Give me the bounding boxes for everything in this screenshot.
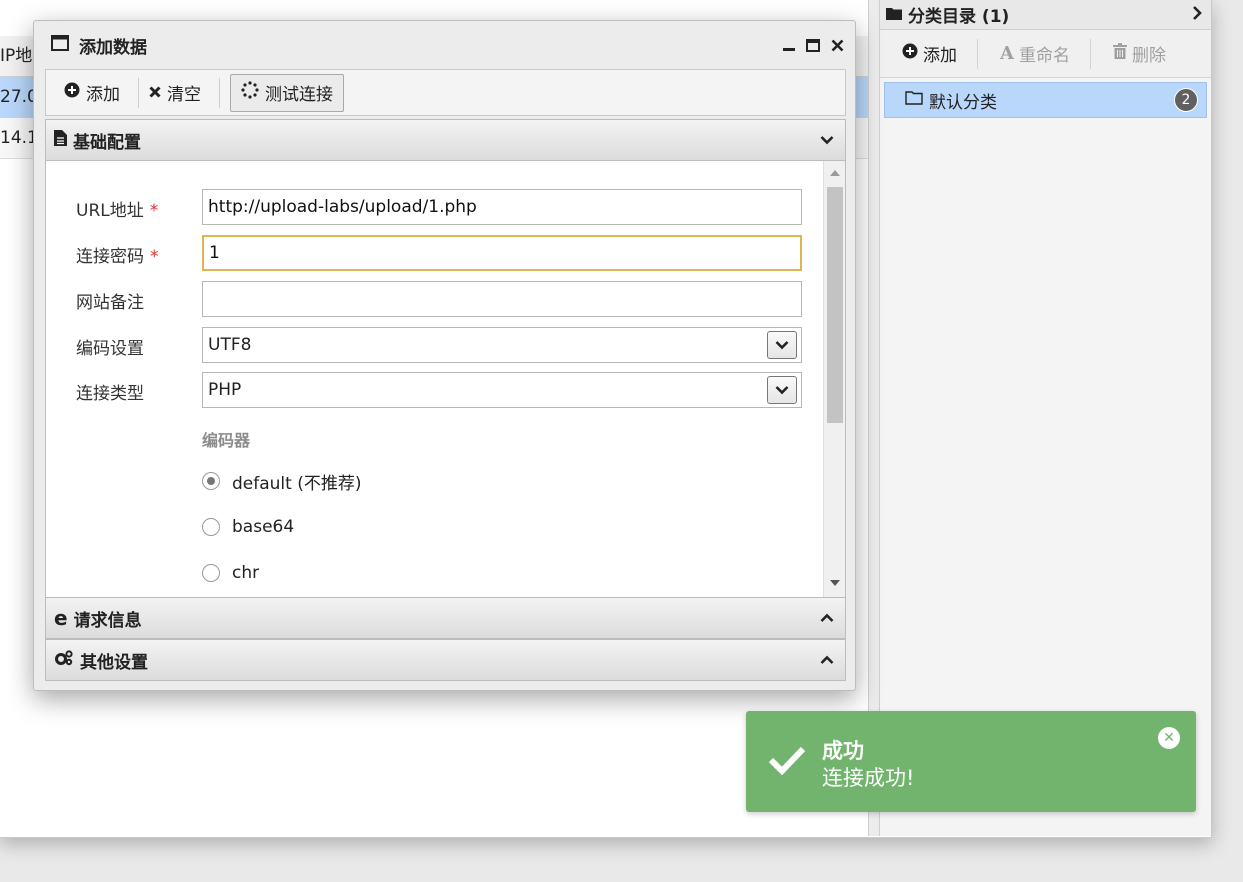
required-mark: * [150,247,159,267]
required-mark: * [149,201,159,221]
add-button[interactable]: 添加 [64,74,138,112]
password-input[interactable] [202,235,802,271]
type-value: PHP [208,380,242,400]
chevron-up-icon[interactable] [819,610,835,626]
plus-circle-icon [64,82,80,103]
category-toolbar: 添加 A 重命名 删除 [880,30,1211,78]
radio-unchecked[interactable] [202,564,220,582]
cogs-icon [54,649,74,671]
toolbar-divider [219,77,220,108]
chevron-down-icon[interactable] [767,331,797,359]
toast-title: 成功 [822,739,864,763]
maximize-icon[interactable] [805,37,821,53]
type-label: 连接类型 [76,384,144,404]
type-row: 连接类型 PHP [46,372,826,408]
rename-category-button[interactable]: A 重命名 [1000,41,1090,66]
spinner-icon [241,81,259,104]
font-icon: A [1000,43,1014,64]
chevron-down-icon[interactable] [767,376,797,404]
folder-open-icon [905,90,923,110]
chevron-up-icon[interactable] [819,652,835,668]
folder-icon [886,5,902,25]
url-input[interactable] [202,189,802,225]
panel-request-info-header[interactable]: e 请求信息 [45,597,846,639]
dialog-titlebar[interactable]: 添加数据 [34,21,855,69]
dialog-toolbar: 添加 清空 测试连接 [45,69,846,116]
encoder-option-default[interactable]: default (不推荐) [202,468,361,494]
toolbar-divider [1089,38,1091,69]
toolbar-divider [138,77,139,108]
vertical-scrollbar[interactable] [823,161,845,597]
close-icon[interactable] [829,37,845,53]
encoding-label: 编码设置 [76,339,144,359]
encoding-row: 编码设置 UTF8 [46,327,826,363]
toast-message: 连接成功! [822,766,915,790]
chevron-down-icon[interactable] [819,132,835,148]
clear-button[interactable]: 清空 [149,74,219,112]
trash-icon [1112,43,1127,64]
check-icon [768,745,806,779]
password-row: 连接密码 * [46,235,826,271]
category-label: 默认分类 [929,92,997,113]
panel-basic-config-header[interactable]: 基础配置 [45,119,846,161]
minimize-icon[interactable] [781,37,797,53]
note-row: 网站备注 [46,281,826,317]
url-row: URL地址 * [46,189,826,225]
dialog-title: 添加数据 [79,37,147,58]
window-icon [51,34,69,56]
radio-checked[interactable] [202,472,220,490]
encoding-select[interactable]: UTF8 [202,327,802,363]
scrollbar-thumb[interactable] [827,187,843,423]
panel-other-settings-header[interactable]: 其他设置 [45,639,846,681]
scroll-up-icon[interactable] [824,163,845,183]
chevron-right-icon[interactable] [1191,5,1203,25]
note-input[interactable] [202,281,802,317]
encoding-value: UTF8 [208,335,252,355]
test-connection-button[interactable]: 测试连接 [230,73,344,112]
delete-category-button[interactable]: 删除 [1112,41,1186,66]
category-header: 分类目录 (1) [880,0,1211,30]
category-title: 分类目录 (1) [908,7,1010,27]
add-data-dialog: 添加数据 添加 清空 测试连接 基础配置 URL地址 * http://uplo… [33,20,856,691]
edge-icon: e [54,606,68,630]
count-badge: 2 [1174,88,1198,112]
url-label: URL地址 [76,201,144,221]
plus-circle-icon [902,43,918,64]
close-icon[interactable]: ✕ [1158,727,1180,749]
password-label: 连接密码 [76,247,144,267]
encoder-option-base64[interactable]: base64 [202,514,294,540]
add-category-button[interactable]: 添加 [902,41,977,66]
connection-type-select[interactable]: PHP [202,372,802,408]
file-text-icon [54,129,67,151]
note-label: 网站备注 [76,293,144,313]
category-item-default[interactable]: 默认分类 2 [884,82,1207,118]
scroll-down-icon[interactable] [824,573,845,593]
toolbar-divider [977,38,978,69]
basic-config-body: URL地址* 连接密码* 网站备注 编码设置 UTF8 连接类型 PHP [45,161,846,597]
radio-unchecked[interactable] [202,518,220,536]
success-toast: 成功 连接成功! ✕ [746,711,1196,812]
encoder-label: 编码器 [202,431,251,450]
encoder-option-chr[interactable]: chr [202,560,259,586]
times-icon [149,83,161,103]
